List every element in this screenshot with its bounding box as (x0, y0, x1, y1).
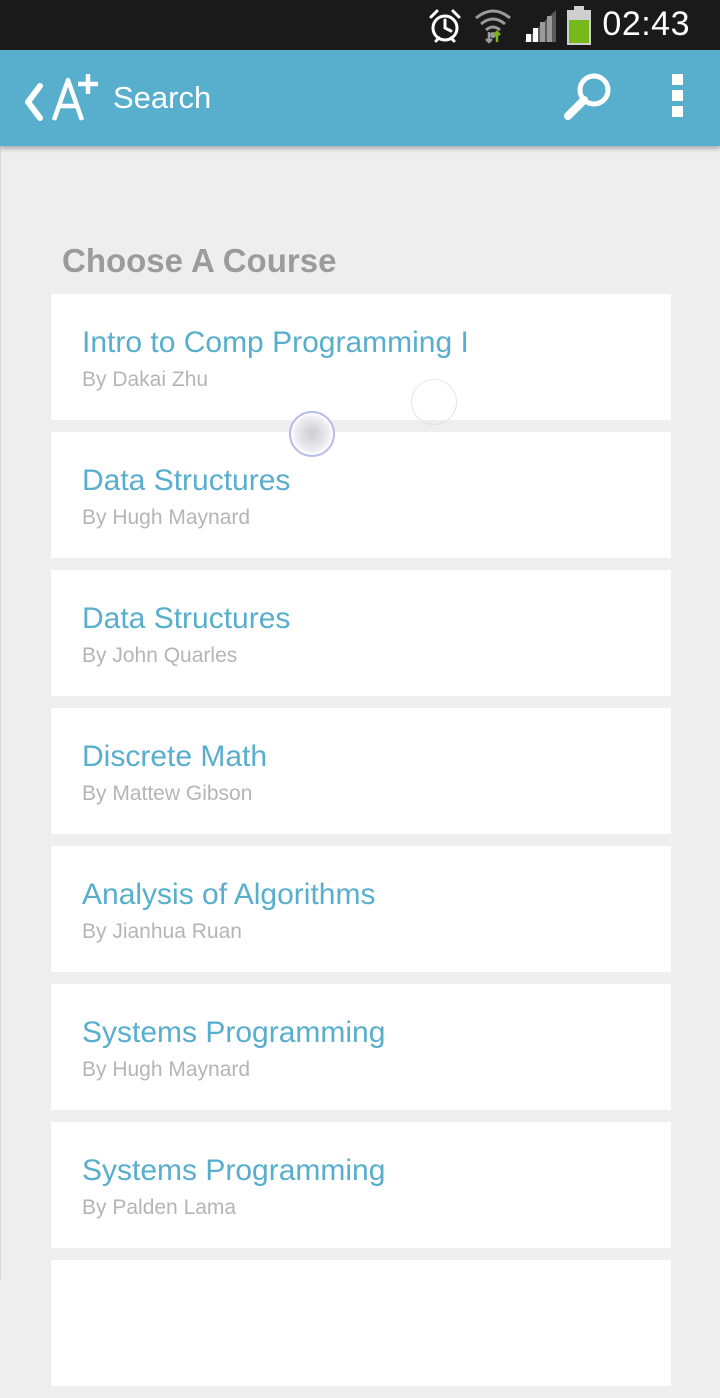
course-card[interactable]: Data Structures By John Quarles (51, 570, 671, 696)
action-bar-title: Search (113, 80, 212, 115)
course-card[interactable]: Data Structures By Hugh Maynard (51, 432, 671, 558)
course-title: Discrete Math (82, 740, 268, 773)
wifi-icon (474, 6, 512, 49)
course-card[interactable]: Intro to Comp Programming I By Dakai Zhu (51, 294, 671, 420)
course-author: By Mattew Gibson (82, 782, 253, 805)
course-card[interactable]: Systems Programming By Hugh Maynard (51, 984, 671, 1110)
course-author: By John Quarles (82, 644, 238, 667)
course-list-screen[interactable]: Choose A Course Intro to Comp Programmin… (0, 146, 720, 1386)
course-title: Systems Programming (82, 1154, 386, 1187)
back-chevron-icon[interactable] (22, 82, 46, 127)
course-title: Data Structures (82, 464, 291, 497)
course-author: By Hugh Maynard (82, 1058, 251, 1081)
overflow-menu-icon[interactable] (660, 72, 696, 125)
status-time: 02:43 (602, 5, 690, 43)
course-card[interactable]: Systems Programming By Palden Lama (51, 1122, 671, 1248)
course-card[interactable]: Analysis of Algorithms By Jianhua Ruan (51, 846, 671, 972)
course-title: Analysis of Algorithms (82, 878, 376, 911)
status-bar: 02:43 (0, 0, 720, 50)
alarm-icon (428, 8, 462, 49)
course-title: Systems Programming (82, 1016, 386, 1049)
course-title: Intro to Comp Programming I (82, 326, 469, 359)
course-list[interactable]: Intro to Comp Programming I By Dakai Zhu… (51, 294, 671, 1398)
course-card[interactable]: Discrete Math By Mattew Gibson (51, 708, 671, 834)
app-logo-icon[interactable] (50, 70, 100, 131)
course-title: Data Structures (82, 602, 291, 635)
touch-indicator (289, 411, 335, 457)
section-title: Choose A Course (62, 242, 337, 279)
search-icon[interactable] (560, 70, 616, 131)
course-card[interactable] (51, 1260, 671, 1386)
battery-icon (566, 6, 592, 51)
signal-icon (522, 8, 558, 49)
course-author: By Hugh Maynard (82, 506, 251, 529)
course-author: By Palden Lama (82, 1196, 237, 1219)
course-author: By Dakai Zhu (82, 368, 209, 391)
touch-indicator-faded (411, 379, 457, 425)
course-author: By Jianhua Ruan (82, 920, 242, 943)
action-bar: Search (0, 50, 720, 146)
